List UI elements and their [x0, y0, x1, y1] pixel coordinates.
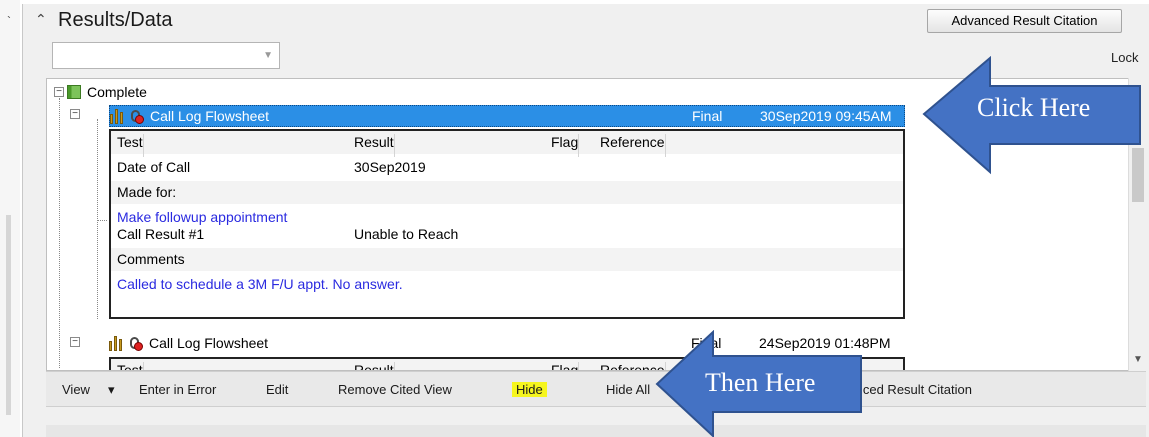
tick-mark: ` [7, 14, 11, 28]
panel-header: ⌃ Results/Data Advanced Result Citation [23, 4, 1149, 38]
scroll-down-icon[interactable]: ▼ [1133, 354, 1143, 365]
tree-connector [97, 119, 98, 319]
enter-in-error-button[interactable]: Enter in Error [139, 382, 216, 397]
then-here-label: Then Here [705, 368, 816, 397]
row-result: 30Sep2019 [354, 159, 426, 175]
advanced-result-citation-button[interactable]: Advanced Result Citation [927, 9, 1122, 33]
call-log-flowsheet-row-selected[interactable]: Call Log Flowsheet Final 30Sep2019 09:45… [109, 105, 905, 127]
column-header-flag[interactable]: Flag [551, 134, 580, 157]
dropdown-caret-icon: ▼ [263, 50, 273, 61]
column-header-test[interactable]: Test [117, 362, 144, 370]
root-collapse-toggle[interactable]: − [54, 87, 64, 97]
action-toolbar: View ▾ Enter in Error Edit Remove Cited … [46, 371, 1146, 407]
left-side-strip: ` [0, 0, 20, 437]
column-header-result[interactable]: Result [354, 362, 395, 370]
column-header-flag[interactable]: Flag [551, 362, 580, 370]
entry-collapse-toggle[interactable]: − [70, 337, 80, 347]
panel-title: Results/Data [58, 9, 173, 31]
column-header-test[interactable]: Test [117, 134, 144, 157]
table-row: Called to schedule a 3M F/U appt. No ans… [111, 273, 903, 296]
table-row: Date of Call 30Sep2019 [111, 156, 903, 179]
hide-all-button[interactable]: Hide All [606, 382, 650, 397]
column-header-result[interactable]: Result [354, 134, 395, 157]
flowsheet-chart-icon [109, 335, 125, 351]
row-icons [109, 335, 147, 353]
column-header-reference[interactable]: Reference [600, 134, 666, 157]
bottom-status-strip [46, 425, 1146, 437]
result-table: Test Result Flag Reference Date of Call … [109, 129, 905, 319]
row-test: Call Result #1 [117, 226, 205, 242]
table-row: Made for: [111, 181, 903, 204]
comment-link[interactable]: Called to schedule a 3M F/U appt. No ans… [117, 276, 403, 292]
attachment-error-icon [129, 108, 145, 125]
row-test: Date of Call [117, 159, 191, 175]
tree-connector [97, 220, 107, 221]
click-here-label: Click Here [977, 93, 1091, 122]
row-result: Unable to Reach [354, 226, 459, 242]
entry-datetime: 30Sep2019 09:45AM [760, 108, 892, 124]
row-test: Comments [117, 251, 185, 267]
table-row: Call Result #1 Unable to Reach [111, 223, 903, 246]
tree-connector [59, 98, 60, 368]
hide-button[interactable]: Hide [512, 382, 547, 397]
remove-cited-view-button[interactable]: Remove Cited View [338, 382, 452, 397]
entry-collapse-toggle[interactable]: − [70, 109, 80, 119]
table-header-row: Test Result Flag Reference [111, 131, 903, 157]
edit-button[interactable]: Edit [266, 382, 288, 397]
attachment-error-icon [128, 335, 144, 352]
entry-status: Final [692, 108, 723, 124]
entry-name: Call Log Flowsheet [149, 335, 269, 351]
collapse-chevron-icon[interactable]: ⌃ [35, 11, 47, 28]
flowsheet-chart-icon [110, 108, 126, 124]
root-node-label[interactable]: Complete [87, 84, 147, 100]
left-scrollbar[interactable] [6, 215, 11, 415]
row-icons [110, 108, 148, 126]
view-dropdown-caret-icon[interactable]: ▾ [108, 382, 115, 398]
row-test: Made for: [117, 184, 177, 200]
view-button[interactable]: View [62, 382, 90, 397]
folder-book-icon [67, 85, 81, 99]
filter-dropdown[interactable]: ▼ [52, 42, 280, 69]
table-row: Comments [111, 248, 903, 271]
entry-name: Call Log Flowsheet [150, 108, 270, 124]
